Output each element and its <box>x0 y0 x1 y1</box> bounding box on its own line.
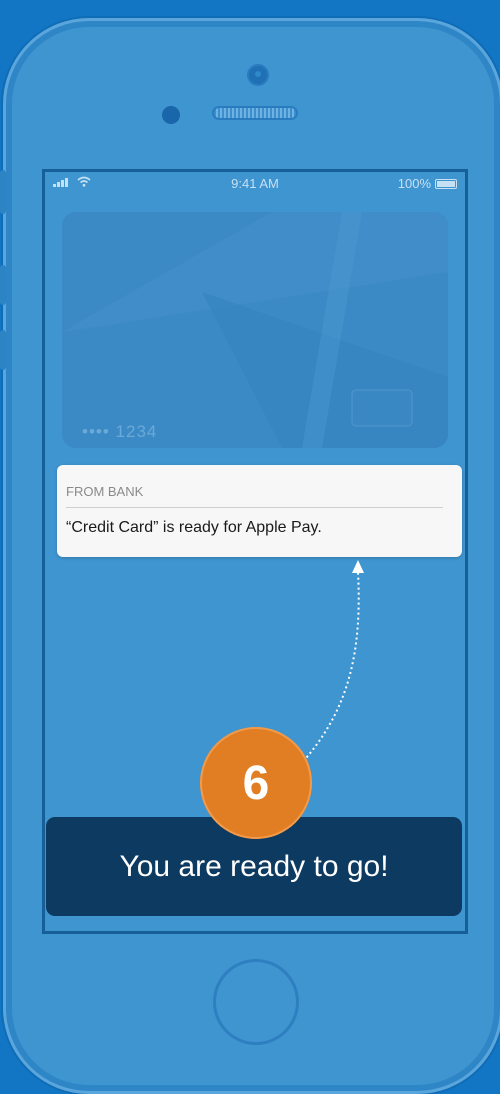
dotted-arrow-icon <box>299 560 364 766</box>
home-button[interactable] <box>213 959 299 1045</box>
step-caption-text: You are ready to go! <box>119 849 389 883</box>
step-number-badge: 6 <box>200 727 312 839</box>
step-number: 6 <box>242 756 270 810</box>
